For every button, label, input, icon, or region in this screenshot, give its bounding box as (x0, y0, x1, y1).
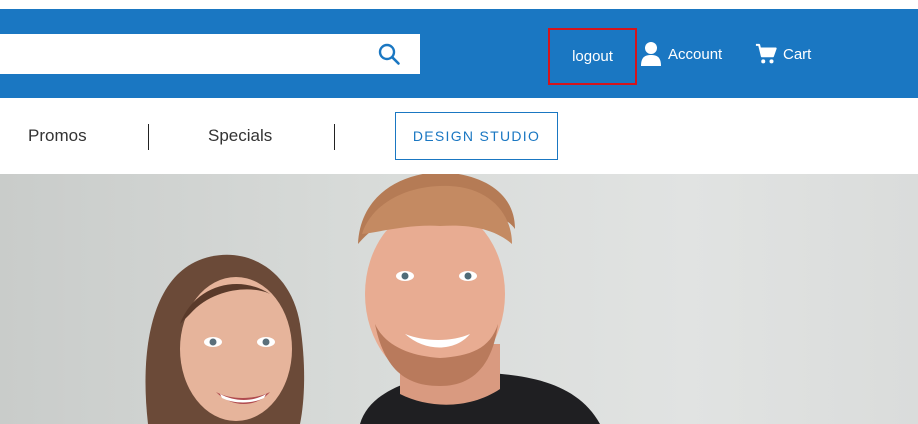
nav-divider (334, 124, 335, 150)
user-icon (641, 42, 661, 66)
search-input[interactable] (0, 34, 370, 74)
nav-divider (148, 124, 149, 150)
account-link[interactable]: Account (640, 40, 722, 68)
cart-icon (755, 43, 777, 64)
hero-photo (145, 174, 600, 424)
hero-banner (0, 174, 918, 424)
search-box (0, 34, 420, 74)
design-studio-label: DESIGN STUDIO (412, 128, 541, 144)
category-nav: Promos Specials DESIGN STUDIO (0, 98, 918, 174)
search-icon[interactable] (377, 42, 401, 66)
logout-link[interactable]: logout (548, 28, 637, 85)
logout-label: logout (572, 48, 613, 65)
cart-label: Cart (783, 45, 812, 63)
nav-item-specials[interactable]: Specials (208, 126, 272, 146)
top-header: logout Account Cart (0, 9, 918, 98)
nav-item-promos[interactable]: Promos (28, 126, 87, 146)
design-studio-button[interactable]: DESIGN STUDIO (395, 112, 558, 160)
account-label: Account (668, 45, 723, 63)
cart-link[interactable]: Cart (755, 40, 811, 68)
